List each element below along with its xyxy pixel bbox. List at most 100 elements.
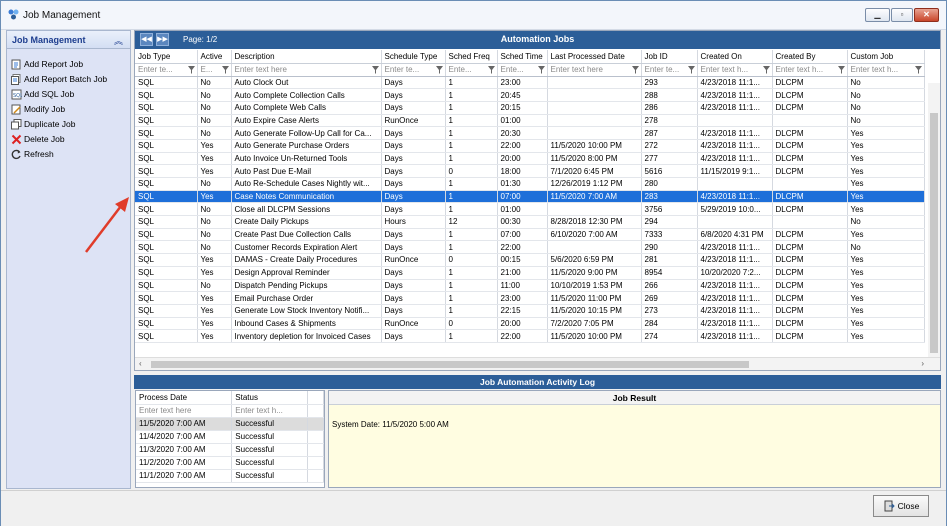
column-header-job-type[interactable]: Job Type xyxy=(135,50,198,64)
cell-process-date: 11/2/2020 7:00 AM xyxy=(136,456,233,470)
filter-placeholder: Enter text h... xyxy=(700,65,749,74)
column-header-status[interactable]: Status xyxy=(231,391,309,405)
table-row[interactable]: SQL Yes Auto Past Due E-Mail Days 0 18:00 7/1/… xyxy=(135,164,925,178)
scroll-thumb[interactable] xyxy=(930,113,938,353)
cell-last-processed-date: 5/6/2020 6:59 PM xyxy=(547,253,642,267)
filter-sched-time[interactable]: Ente... xyxy=(497,63,548,77)
scroll-right-icon[interactable]: › xyxy=(921,359,924,368)
table-row[interactable]: SQL Yes Auto Generate Purchase Orders Days 1… xyxy=(135,139,925,153)
cell-sched-freq: 1 xyxy=(445,279,498,293)
add-report-job-action[interactable]: Add Report Job xyxy=(11,57,83,71)
table-row[interactable]: SQL Yes Inventory depletion for Invoiced C… xyxy=(135,329,925,343)
filter-funnel-icon[interactable] xyxy=(435,65,443,74)
filter-funnel-icon[interactable] xyxy=(837,65,845,74)
filter-placeholder: Ente... xyxy=(500,65,524,74)
filter-description[interactable]: Enter text here xyxy=(231,63,382,77)
filter-custom-job[interactable]: Enter text h... xyxy=(847,63,925,77)
table-row[interactable]: SQL No Create Past Due Collection Calls Day… xyxy=(135,228,925,242)
filter-funnel-icon[interactable] xyxy=(631,65,639,74)
maximize-button[interactable]: ▫ xyxy=(891,8,913,22)
table-row[interactable]: SQL No Auto Complete Web Calls Days 1 20:15 28… xyxy=(135,101,925,115)
horizontal-scrollbar[interactable]: ‹ › xyxy=(135,357,940,370)
table-row[interactable]: SQL No Close all DLCPM Sessions Days 1 01:00 3… xyxy=(135,202,925,217)
vertical-scrollbar[interactable] xyxy=(928,83,940,357)
cell-custom-job: Yes xyxy=(847,291,925,305)
cell-created-by xyxy=(772,177,848,191)
log-row[interactable]: 11/3/2020 7:00 AM Successful xyxy=(136,443,324,457)
cell-description: Auto Generate Purchase Orders xyxy=(231,139,382,153)
sidebar-header[interactable]: Job Management ︽ xyxy=(7,31,130,49)
modify-job-action[interactable]: Modify Job xyxy=(11,102,65,116)
table-row[interactable]: SQL No Dispatch Pending Pickups Days 1 11:00 1… xyxy=(135,279,925,293)
filter-funnel-icon[interactable] xyxy=(487,65,495,74)
column-header-sched-freq[interactable]: Sched Freq xyxy=(445,50,498,64)
filter-funnel-icon[interactable] xyxy=(687,65,695,74)
scroll-thumb[interactable] xyxy=(151,361,749,368)
table-row[interactable]: SQL No Auto Re-Schedule Cases Nightly wit.… xyxy=(135,177,925,191)
close-button[interactable]: Close xyxy=(873,495,929,517)
collapse-chevron-icon[interactable]: ︽ xyxy=(114,34,123,47)
filter-created-by[interactable]: Enter text h... xyxy=(772,63,848,77)
log-row[interactable]: 11/4/2020 7:00 AM Successful xyxy=(136,430,324,444)
table-row[interactable]: SQL Yes Auto Invoice Un-Returned Tools Days… xyxy=(135,152,925,166)
filter-schedule-type[interactable]: Enter te... xyxy=(381,63,446,77)
cell-custom-job: Yes xyxy=(847,317,925,331)
filter-active[interactable]: E... xyxy=(197,63,232,77)
cell-last-processed-date xyxy=(547,240,642,255)
filter-last-processed-date[interactable]: Enter text here xyxy=(547,63,642,77)
log-row[interactable]: 11/5/2020 7:00 AM Successful xyxy=(136,417,324,431)
cell-spacer xyxy=(307,469,324,483)
table-row[interactable]: SQL No Customer Records Expiration Alert Da… xyxy=(135,240,925,255)
column-header-sched-time[interactable]: Sched Time xyxy=(497,50,548,64)
minimize-button[interactable]: ▁ xyxy=(865,8,890,22)
column-header-created-by[interactable]: Created By xyxy=(772,50,848,64)
column-header-active[interactable]: Active xyxy=(197,50,232,64)
filter-funnel-icon[interactable] xyxy=(914,65,922,74)
filter-process-date[interactable]: Enter text here xyxy=(136,404,233,418)
column-header-schedule-type[interactable]: Schedule Type xyxy=(381,50,446,64)
log-row[interactable]: 11/1/2020 7:00 AM Successful xyxy=(136,469,324,483)
scroll-left-icon[interactable]: ‹ xyxy=(139,359,142,368)
filter-funnel-icon[interactable] xyxy=(537,65,545,74)
filter-job-id[interactable]: Enter te... xyxy=(641,63,698,77)
table-row[interactable]: SQL No Create Daily Pickups Hours 12 00:30 8/2… xyxy=(135,215,925,229)
column-header-job-id[interactable]: Job ID xyxy=(641,50,698,64)
filter-funnel-icon[interactable] xyxy=(762,65,770,74)
table-row[interactable]: SQL Yes Generate Low Stock Inventory Notif… xyxy=(135,304,925,318)
table-row[interactable]: SQL No Auto Generate Follow-Up Call for Ca… xyxy=(135,126,925,140)
table-row[interactable]: SQL Yes DAMAS - Create Daily Procedures Run… xyxy=(135,253,925,267)
close-window-button[interactable]: ✕ xyxy=(914,8,939,22)
cell-created-by: DLCPM xyxy=(772,88,848,102)
column-header-created-on[interactable]: Created On xyxy=(697,50,773,64)
table-row[interactable]: SQL No Auto Expire Case Alerts RunOnce 1 01:0… xyxy=(135,114,925,128)
table-row[interactable]: SQL No Auto Complete Collection Calls Days 1… xyxy=(135,88,925,102)
table-row[interactable]: SQL Yes Inbound Cases & Shipments RunOnce 0 2… xyxy=(135,317,925,331)
cell-job-type: SQL xyxy=(135,253,198,267)
activity-log-table: Process Date Status Enter text here Enter… xyxy=(136,391,324,483)
duplicate-job-action[interactable]: Duplicate Job xyxy=(11,117,76,131)
filter-created-on[interactable]: Enter text h... xyxy=(697,63,773,77)
column-header-custom-job[interactable]: Custom Job xyxy=(847,50,925,64)
column-header-description[interactable]: Description xyxy=(231,50,382,64)
table-row[interactable]: SQL Yes Email Purchase Order Days 1 23:00 11/5… xyxy=(135,291,925,305)
delete-job-action[interactable]: Delete Job xyxy=(11,132,65,146)
column-header-last-processed-date[interactable]: Last Processed Date xyxy=(547,50,642,64)
add-report-batch-job-action[interactable]: Add Report Batch Job xyxy=(11,72,107,86)
table-row[interactable]: SQL Yes Design Approval Reminder Days 1 21:00… xyxy=(135,266,925,280)
close-button-label: Close xyxy=(897,501,920,511)
cell-job-type: SQL xyxy=(135,317,198,331)
table-row[interactable]: SQL Yes Case Notes Communication Days 1 07:00… xyxy=(135,190,925,204)
filter-sched-freq[interactable]: Ente... xyxy=(445,63,498,77)
filter-funnel-icon[interactable] xyxy=(221,65,229,74)
cell-spacer xyxy=(307,443,324,457)
column-header-process-date[interactable]: Process Date xyxy=(136,391,233,405)
filter-funnel-icon[interactable] xyxy=(187,65,195,74)
filter-funnel-icon[interactable] xyxy=(371,65,379,74)
filter-status[interactable]: Enter text h... xyxy=(231,404,309,418)
table-row[interactable]: SQL No Auto Clock Out Days 1 23:00 293 4/23/201… xyxy=(135,76,925,90)
add-sql-job-action[interactable]: SQL Add SQL Job xyxy=(11,87,74,101)
log-row[interactable]: 11/2/2020 7:00 AM Successful xyxy=(136,456,324,470)
refresh-action[interactable]: Refresh xyxy=(11,147,54,161)
cell-sched-freq: 1 xyxy=(445,76,498,90)
filter-job-type[interactable]: Enter te... xyxy=(135,63,198,77)
